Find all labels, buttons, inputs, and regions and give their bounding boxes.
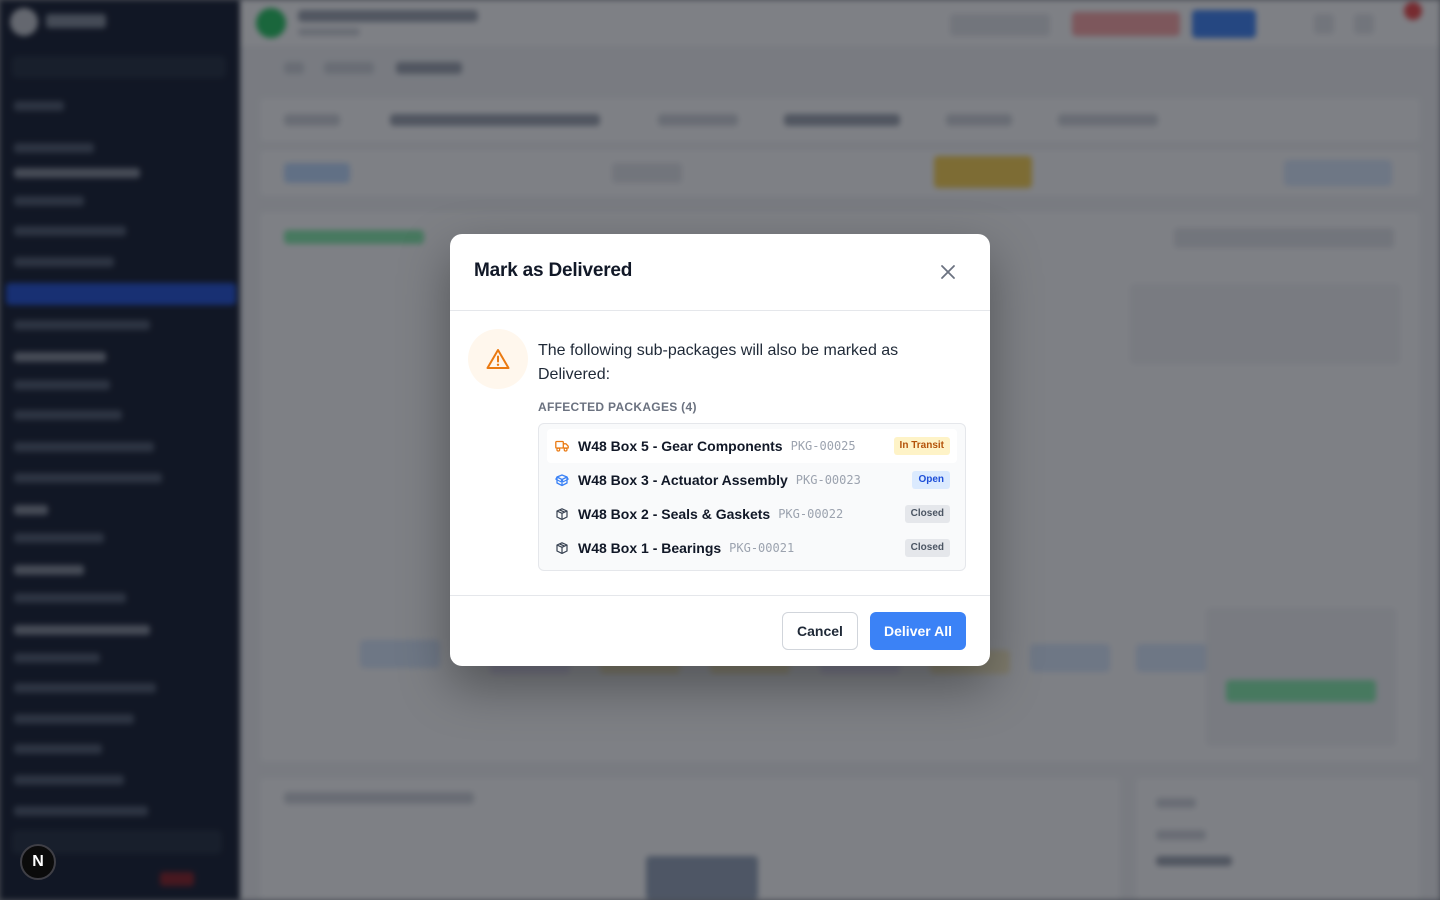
warning-badge [468,329,528,389]
dialog-header: Mark as Delivered [450,234,990,311]
package-id: PKG-00025 [790,439,856,453]
list-item: W48 Box 1 - Bearings PKG-00021 Closed [547,531,957,565]
box-icon [555,541,569,555]
dialog-body: The following sub-packages will also be … [450,311,990,595]
dialog-message: The following sub-packages will also be … [538,342,899,383]
dialog-footer: Cancel Deliver All [450,595,990,666]
truck-icon [555,439,569,453]
package-id: PKG-00021 [729,541,795,555]
close-icon [941,265,955,279]
list-item: W48 Box 5 - Gear Components PKG-00025 In… [547,429,957,463]
dialog-title: Mark as Delivered [474,260,633,281]
package-id: PKG-00023 [795,473,861,487]
floating-n-button[interactable]: N [20,844,56,880]
box-icon [555,507,569,521]
list-item: W48 Box 2 - Seals & Gaskets PKG-00022 Cl… [547,497,957,531]
package-name: W48 Box 1 - Bearings [578,540,722,556]
affected-packages-list: W48 Box 5 - Gear Components PKG-00025 In… [538,423,966,571]
package-name: W48 Box 5 - Gear Components [578,438,783,454]
list-item: W48 Box 3 - Actuator Assembly PKG-00023 … [547,463,957,497]
package-name: W48 Box 3 - Actuator Assembly [578,472,788,488]
status-badge: Closed [904,539,950,557]
warning-icon [486,349,510,369]
status-badge: Closed [904,505,950,523]
close-button[interactable] [934,258,962,286]
floating-n-label: N [32,853,44,870]
affected-packages-label: AFFECTED PACKAGES (4) [538,400,697,414]
status-badge: In Transit [893,437,950,455]
status-badge: Open [912,471,950,489]
deliver-all-button[interactable]: Deliver All [870,612,966,650]
cancel-button[interactable]: Cancel [782,612,858,650]
mark-delivered-dialog: Mark as Delivered The following sub-pack… [450,234,990,666]
package-id: PKG-00022 [778,507,844,521]
open-box-icon [555,473,569,487]
package-name: W48 Box 2 - Seals & Gaskets [578,506,771,522]
